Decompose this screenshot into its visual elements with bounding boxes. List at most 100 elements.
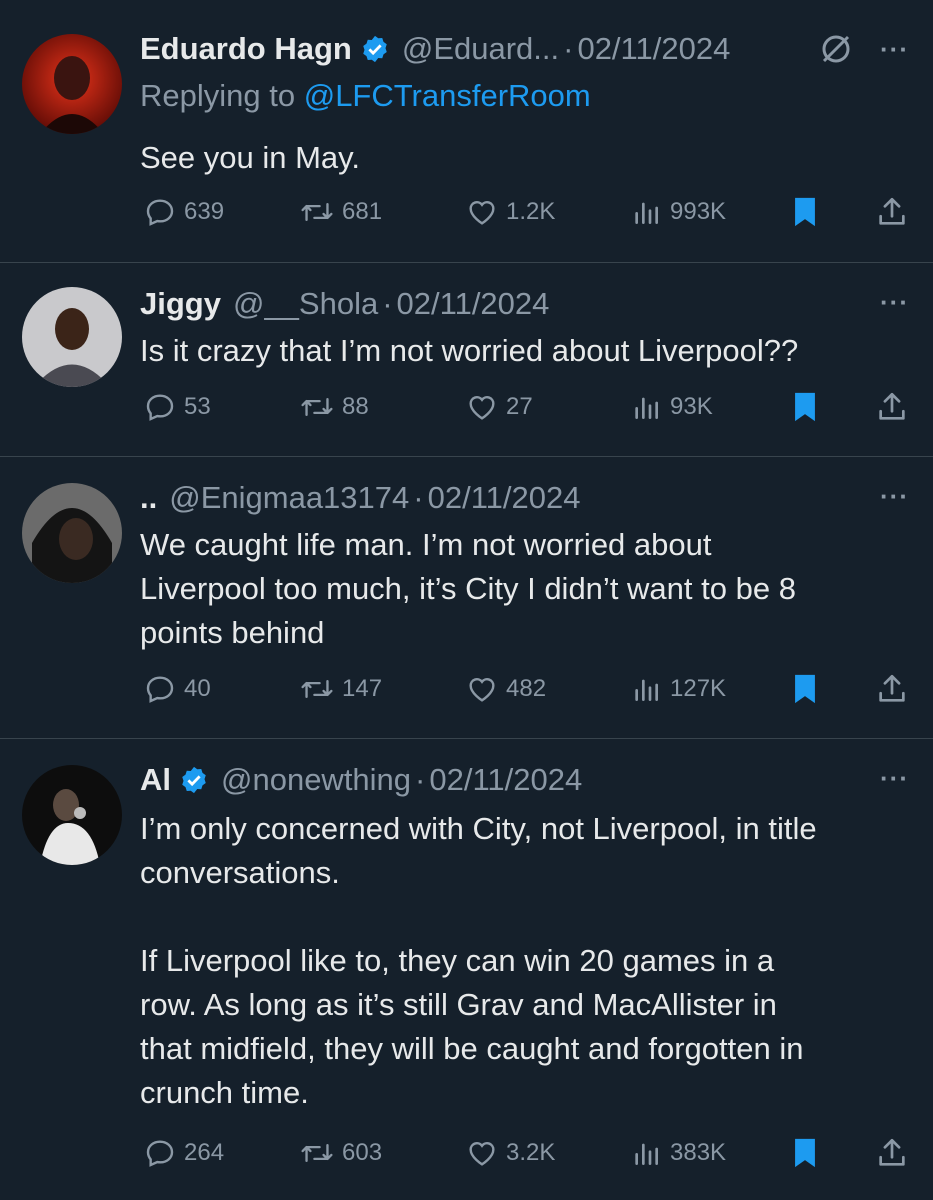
like-button[interactable]: 482: [466, 667, 546, 711]
separator-dot: ·: [382, 286, 393, 321]
tweet[interactable]: Jiggy @__Shola · 02/11/2024 ··· Is it cr…: [0, 263, 933, 456]
handle[interactable]: @Eduard...: [402, 31, 559, 67]
views-icon: [635, 1143, 658, 1165]
tweet[interactable]: .. @Enigmaa13174 · 02/11/2024 ··· We cau…: [0, 457, 933, 738]
share-icon: [879, 392, 905, 420]
avatar[interactable]: [22, 34, 122, 134]
reply-icon: [146, 199, 174, 226]
retweet-count: 88: [342, 393, 369, 420]
display-name[interactable]: Eduardo Hagn: [140, 31, 352, 67]
replying-to-line: Replying to @LFCTransferRoom: [140, 78, 591, 114]
tweet-actions: 53 88 27 93K: [140, 385, 920, 429]
reply-icon: [146, 676, 174, 703]
reply-icon: [146, 394, 174, 421]
share-button[interactable]: [875, 1131, 917, 1175]
reply-count: 53: [184, 393, 211, 420]
more-options-icon[interactable]: ···: [880, 34, 909, 65]
more-options-icon[interactable]: ···: [880, 763, 909, 794]
retweet-button[interactable]: 603: [300, 1131, 382, 1175]
avatar[interactable]: [22, 765, 122, 865]
like-button[interactable]: 27: [466, 385, 533, 429]
tweet-text: Is it crazy that I’m not worried about L…: [140, 333, 799, 368]
bookmark-icon: [795, 674, 815, 704]
retweet-count: 681: [342, 198, 383, 225]
view-count: 383K: [670, 1139, 727, 1166]
avatar[interactable]: [22, 287, 122, 387]
views-button[interactable]: 383K: [630, 1131, 726, 1175]
tweet[interactable]: Eduardo Hagn @Eduard... · 02/11/2024 ···…: [0, 0, 933, 262]
reply-icon: [146, 1140, 174, 1167]
bookmark-icon: [795, 392, 815, 422]
tweet[interactable]: Al @nonewthing · 02/11/2024 ··· I’m only…: [0, 739, 933, 1200]
views-button[interactable]: 993K: [630, 190, 726, 234]
retweet-button[interactable]: 88: [300, 385, 369, 429]
reply-button[interactable]: 40: [144, 667, 211, 711]
view-count: 993K: [670, 198, 727, 225]
display-name[interactable]: Jiggy: [140, 286, 221, 322]
like-button[interactable]: 3.2K: [466, 1131, 555, 1175]
tweet-header: Jiggy @__Shola · 02/11/2024: [140, 283, 913, 325]
tweet-actions: 264 603 3.2K 383K: [140, 1131, 920, 1175]
share-icon: [879, 1138, 905, 1166]
display-name[interactable]: Al: [140, 762, 171, 798]
views-icon: [635, 202, 658, 224]
handle[interactable]: @nonewthing: [221, 762, 411, 798]
retweet-icon: [301, 202, 333, 222]
timestamp[interactable]: 02/11/2024: [428, 480, 581, 516]
timestamp[interactable]: 02/11/2024: [577, 31, 730, 67]
handle[interactable]: @Enigmaa13174: [169, 480, 409, 516]
heart-icon: [469, 396, 495, 420]
tweet-actions: 40 147 482 127K: [140, 667, 920, 711]
timestamp[interactable]: 02/11/2024: [397, 286, 550, 322]
retweet-button[interactable]: 681: [300, 190, 382, 234]
bookmark-button[interactable]: [790, 385, 828, 429]
like-count: 3.2K: [506, 1139, 556, 1166]
avatar[interactable]: [22, 483, 122, 583]
share-icon: [879, 674, 905, 702]
retweet-button[interactable]: 147: [300, 667, 382, 711]
bookmark-button[interactable]: [790, 1131, 828, 1175]
tweet-text: I’m only concerned with City, not Liverp…: [140, 811, 817, 1110]
heart-icon: [469, 201, 495, 225]
handle[interactable]: @__Shola: [233, 286, 378, 322]
share-icon: [879, 197, 905, 225]
tweet-actions: 639 681 1.2K 993K: [140, 190, 920, 234]
more-options-icon[interactable]: ···: [880, 287, 909, 318]
bookmark-icon: [795, 197, 815, 227]
share-button[interactable]: [875, 667, 917, 711]
like-count: 482: [506, 675, 547, 702]
reply-button[interactable]: 264: [144, 1131, 224, 1175]
like-count: 27: [506, 393, 533, 420]
like-count: 1.2K: [506, 198, 556, 225]
separator-dot: ·: [563, 31, 574, 66]
bookmark-button[interactable]: [790, 667, 828, 711]
share-button[interactable]: [875, 190, 917, 234]
view-count: 127K: [670, 675, 727, 702]
replying-to-mention[interactable]: @LFCTransferRoom: [304, 78, 591, 113]
retweet-count: 147: [342, 675, 383, 702]
retweet-icon: [301, 679, 333, 699]
reply-button[interactable]: 639: [144, 190, 224, 234]
bookmark-button[interactable]: [790, 190, 828, 234]
display-name[interactable]: ..: [140, 480, 157, 516]
separator-dot: ·: [413, 480, 424, 515]
retweet-count: 603: [342, 1139, 383, 1166]
timestamp[interactable]: 02/11/2024: [429, 762, 582, 798]
retweet-icon: [301, 1143, 333, 1163]
verified-badge-icon: [179, 765, 209, 795]
reply-button[interactable]: 53: [144, 385, 211, 429]
grok-icon[interactable]: [819, 32, 853, 71]
tweet-header: Al @nonewthing · 02/11/2024: [140, 759, 913, 801]
verified-badge-icon: [360, 34, 390, 64]
bookmark-icon: [795, 1138, 815, 1168]
more-options-icon[interactable]: ···: [880, 481, 909, 512]
views-button[interactable]: 93K: [630, 385, 713, 429]
tweet-text: See you in May.: [140, 140, 360, 175]
views-icon: [635, 679, 658, 701]
views-icon: [635, 397, 658, 419]
views-button[interactable]: 127K: [630, 667, 726, 711]
share-button[interactable]: [875, 385, 917, 429]
tweet-header: .. @Enigmaa13174 · 02/11/2024: [140, 477, 913, 519]
like-button[interactable]: 1.2K: [466, 190, 555, 234]
retweet-icon: [301, 397, 333, 417]
